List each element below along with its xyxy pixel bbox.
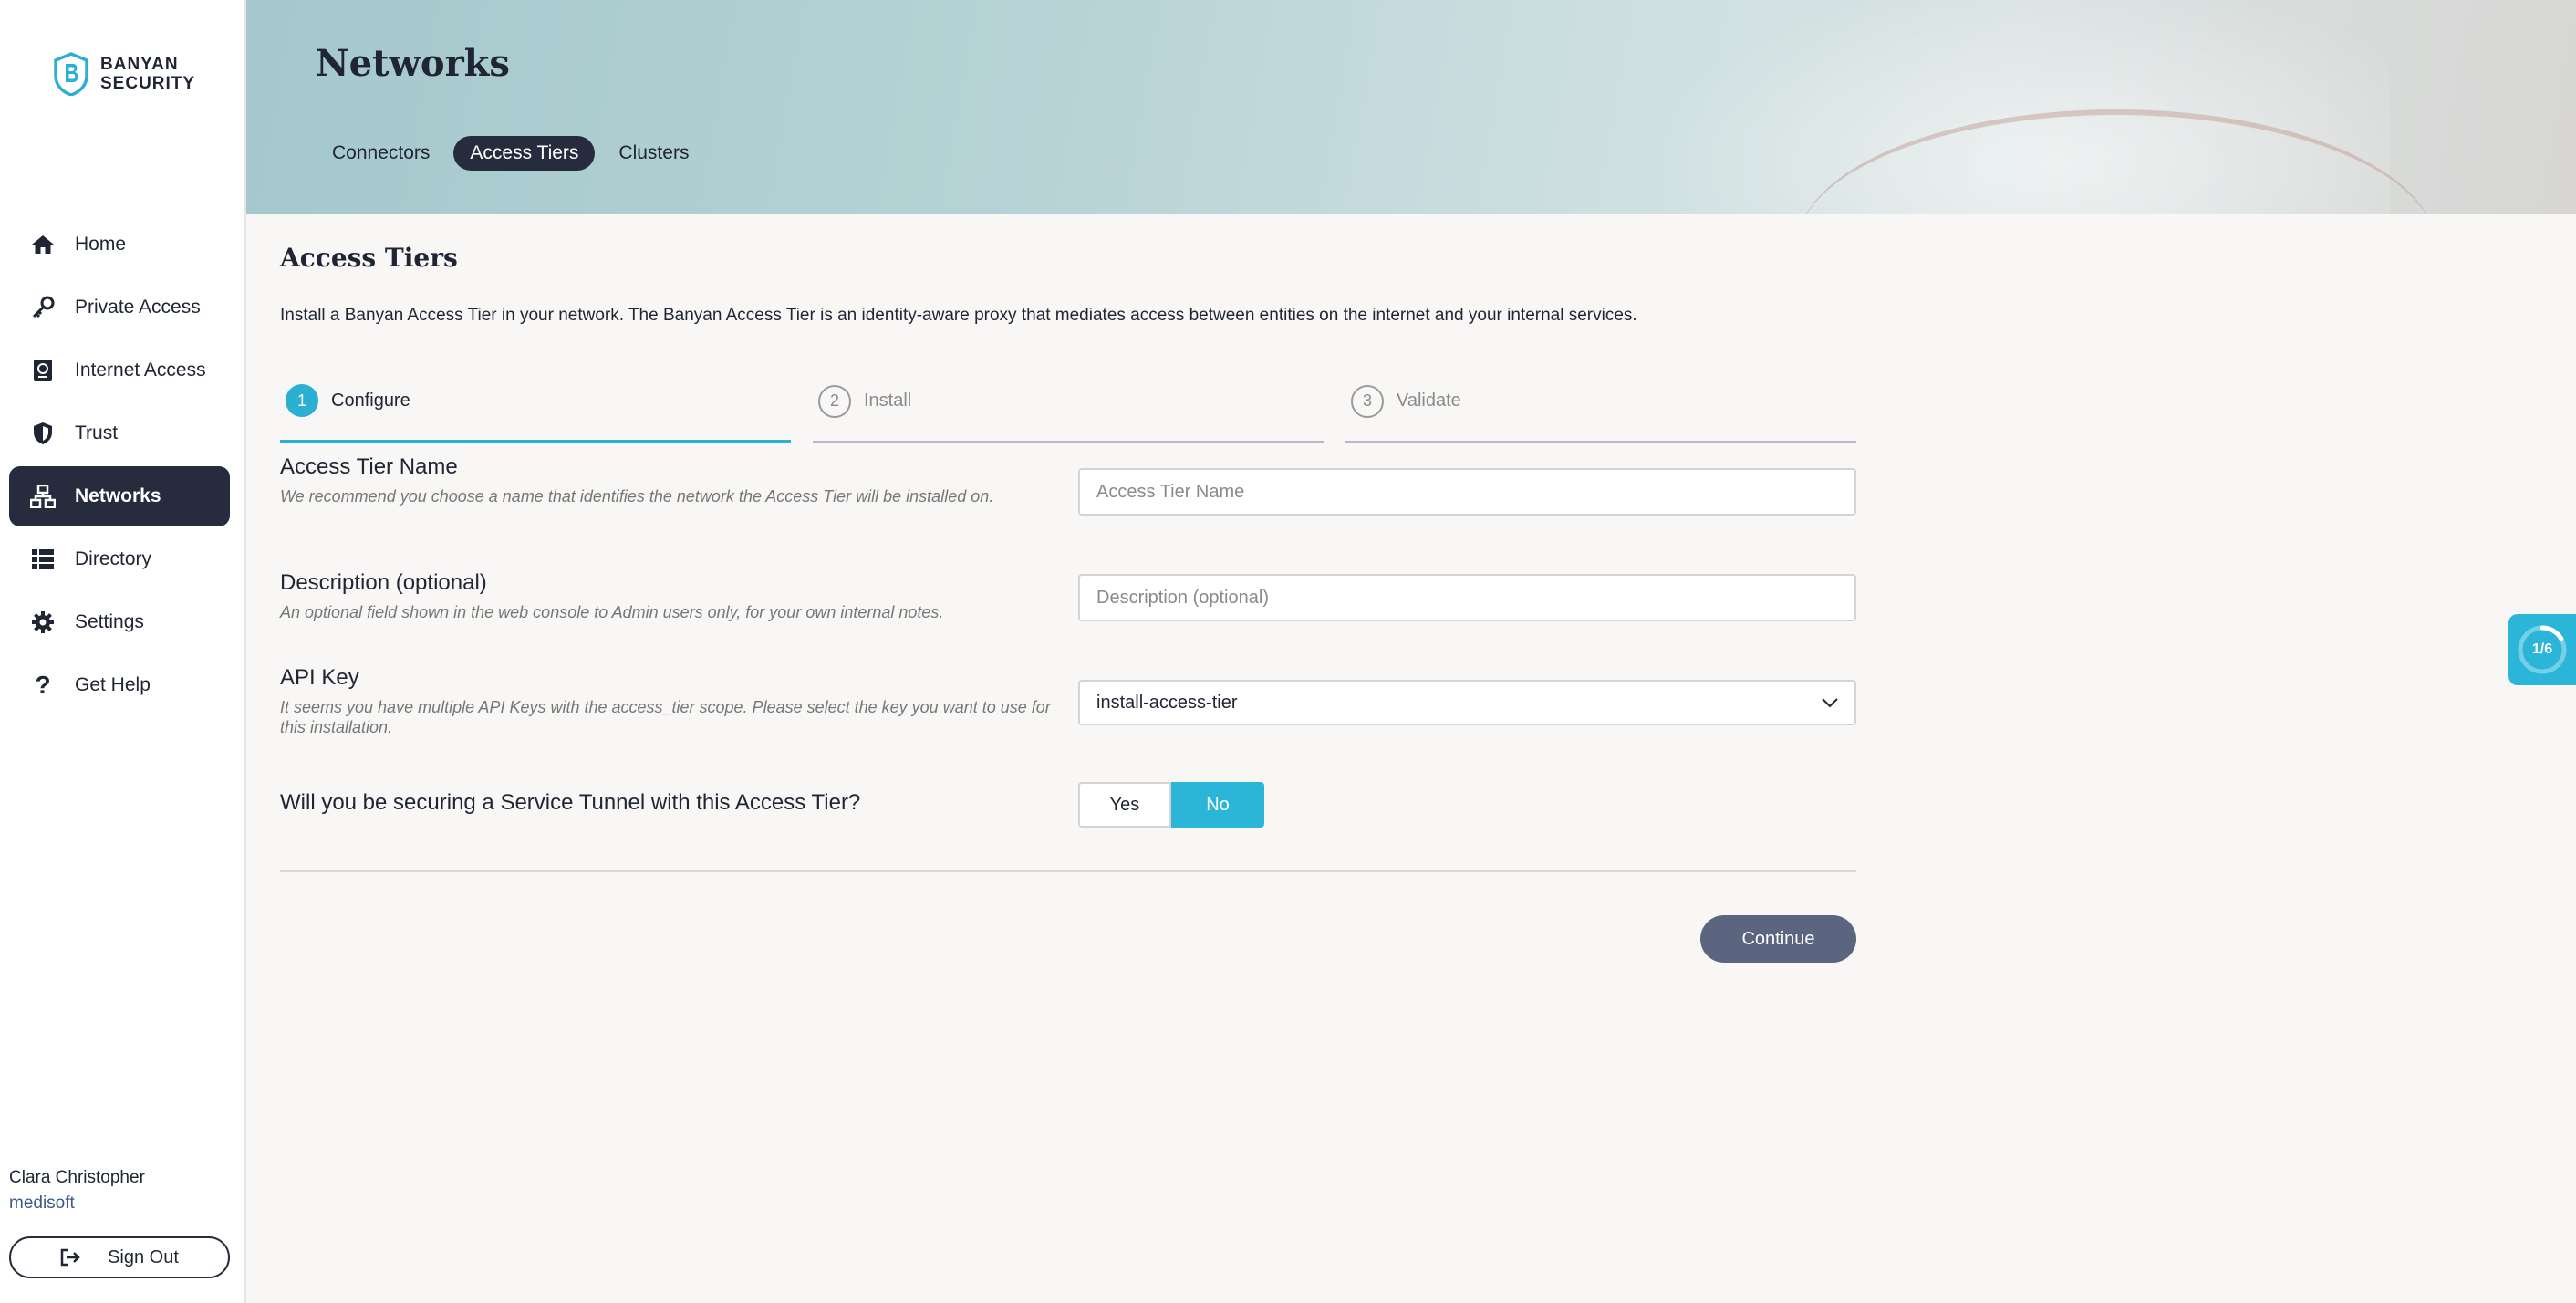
sidebar-item-label: Trust	[75, 422, 119, 443]
sidebar-item-networks[interactable]: Networks	[9, 466, 230, 526]
service-tunnel-toggle: Yes No	[1078, 782, 1264, 828]
banyan-logo[interactable]: BANYAN SECURITY	[53, 51, 199, 97]
tab-clusters[interactable]: Clusters	[602, 136, 705, 171]
sign-out-button[interactable]: Sign Out	[9, 1236, 230, 1278]
description-help: An optional field shown in the web conso…	[280, 603, 944, 621]
onboarding-progress-widget[interactable]: 1/6	[2508, 614, 2576, 685]
api-key-selected-value: install-access-tier	[1096, 692, 1238, 713]
sign-out-label: Sign Out	[108, 1246, 179, 1267]
sidebar-item-label: Settings	[75, 611, 144, 632]
gear-icon	[29, 609, 57, 636]
tab-connectors[interactable]: Connectors	[316, 136, 446, 171]
list-icon	[29, 546, 57, 573]
access-tier-name-input[interactable]	[1078, 468, 1856, 516]
sidebar-item-home[interactable]: Home	[9, 214, 230, 275]
user-name: Clara Christopher	[9, 1168, 145, 1187]
api-key-help: It seems you have multiple API Keys with…	[280, 698, 1051, 736]
sign-out-icon	[60, 1248, 80, 1267]
key-icon	[29, 294, 57, 321]
section-title: Access Tiers	[280, 243, 458, 273]
progress-label: 1/6	[2531, 641, 2553, 657]
form-divider	[280, 870, 1856, 872]
user-org: medisoft	[9, 1194, 75, 1213]
step-number: 1	[286, 384, 318, 417]
sidebar-item-label: Directory	[75, 548, 152, 569]
step-label: Configure	[331, 390, 410, 411]
sidebar-item-trust[interactable]: Trust	[9, 403, 230, 464]
description-label: Description (optional)	[280, 570, 487, 595]
sidebar-item-get-help[interactable]: ? Get Help	[9, 655, 230, 715]
continue-button[interactable]: Continue	[1700, 915, 1856, 963]
step-validate[interactable]: 3 Validate	[1345, 356, 1856, 443]
page-title: Networks	[316, 42, 510, 85]
access-tier-name-help: We recommend you choose a name that iden…	[280, 487, 994, 506]
api-key-label: API Key	[280, 665, 359, 690]
step-label: Validate	[1397, 391, 1461, 411]
header-tabs: Connectors Access Tiers Clusters	[316, 136, 705, 171]
network-icon	[29, 483, 57, 510]
step-install[interactable]: 2 Install	[813, 356, 1324, 443]
passport-icon	[29, 357, 57, 384]
sidebar-item-internet-access[interactable]: Internet Access	[9, 340, 230, 401]
service-tunnel-no-option[interactable]: No	[1171, 782, 1264, 828]
sidebar: BANYAN SECURITY Home Private Access Inte…	[0, 0, 246, 1303]
sidebar-nav: Home Private Access Internet Access Trus…	[9, 214, 230, 718]
sidebar-item-label: Networks	[75, 485, 161, 506]
banyan-shield-logo-icon	[54, 52, 88, 96]
step-number: 2	[818, 384, 851, 418]
sidebar-item-label: Home	[75, 234, 127, 255]
shield-icon	[29, 420, 57, 447]
sidebar-item-settings[interactable]: Settings	[9, 592, 230, 652]
step-label: Install	[864, 391, 912, 411]
sidebar-item-directory[interactable]: Directory	[9, 529, 230, 589]
logo-line-2: SECURITY	[100, 74, 196, 93]
api-key-select[interactable]: install-access-tier	[1078, 680, 1856, 725]
service-tunnel-yes-option[interactable]: Yes	[1078, 782, 1171, 828]
header-banner: Networks Connectors Access Tiers Cluster…	[246, 0, 2576, 214]
sidebar-item-private-access[interactable]: Private Access	[9, 277, 230, 338]
chevron-down-icon	[1822, 693, 1838, 714]
step-number: 3	[1351, 384, 1384, 418]
service-tunnel-question: Will you be securing a Service Tunnel wi…	[280, 790, 861, 815]
logo-text: BANYAN SECURITY	[100, 55, 195, 93]
tab-access-tiers[interactable]: Access Tiers	[453, 136, 596, 171]
logo-line-1: BANYAN	[100, 55, 179, 74]
stepper: 1 Configure 2 Install 3 Validate	[280, 356, 1856, 443]
access-tier-name-label: Access Tier Name	[280, 454, 458, 479]
sidebar-item-label: Internet Access	[75, 360, 206, 380]
description-input[interactable]	[1078, 574, 1856, 621]
sidebar-item-label: Private Access	[75, 297, 201, 318]
question-icon: ?	[35, 671, 51, 699]
step-configure[interactable]: 1 Configure	[280, 356, 791, 443]
sidebar-item-label: Get Help	[75, 674, 151, 695]
intro-text: Install a Banyan Access Tier in your net…	[280, 306, 1637, 325]
home-icon	[29, 231, 57, 258]
